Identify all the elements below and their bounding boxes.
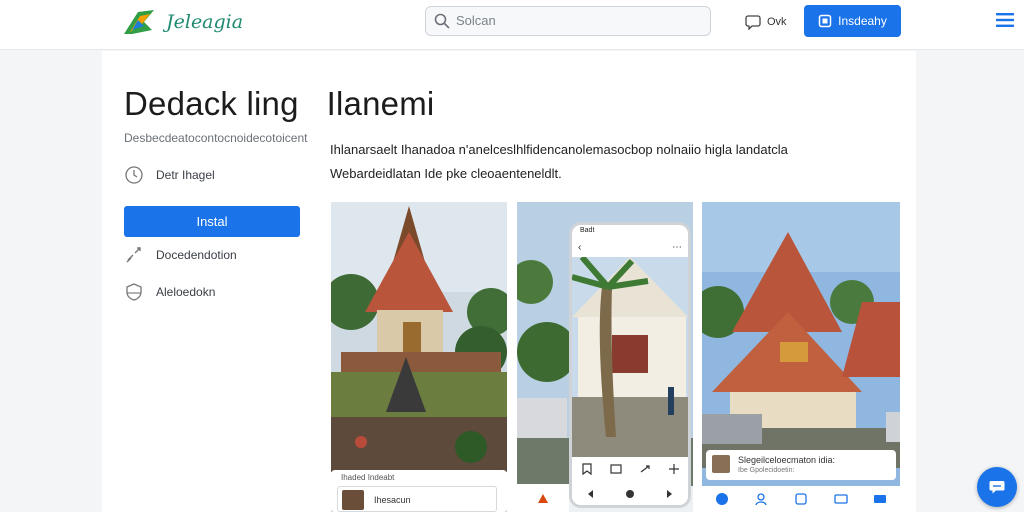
main-panel: Dedack ling Ilanemi Desbecdeatocontocnoid…	[102, 51, 916, 512]
chat-icon	[989, 481, 1005, 494]
page-subtitle: Desbecdeatocontocnoidecotoicent	[124, 131, 308, 145]
share-icon[interactable]	[638, 462, 652, 476]
app-photo	[572, 257, 688, 457]
search-icon	[434, 13, 450, 29]
back-triangle-icon[interactable]	[584, 487, 598, 501]
brand-logo-icon[interactable]	[122, 8, 156, 38]
thumbnail-image	[342, 490, 364, 510]
profile-icon[interactable]	[754, 492, 768, 506]
clock-icon	[125, 166, 143, 184]
install-button[interactable]: Instal	[124, 206, 300, 237]
description-line: Webardeidlatan Ide pke cleoaenteneldlt.	[330, 166, 562, 181]
home-circle-icon[interactable]	[623, 487, 637, 501]
screenshot-1[interactable]: Ihaded Indeabt Ihesacun	[331, 202, 507, 512]
logo-mark-icon[interactable]	[536, 491, 550, 505]
phone-toolbar	[572, 457, 688, 481]
card-header: Ihaded Indeabt	[341, 473, 395, 482]
sidebar-item-label: Docedendotion	[156, 248, 237, 262]
page-title: Dedack ling Ilanemi	[124, 85, 434, 123]
message-icon[interactable]	[833, 492, 848, 506]
ask-button[interactable]: Ovk	[745, 12, 787, 32]
bookmark-icon[interactable]	[580, 462, 594, 476]
more-icon[interactable]: ⋯	[672, 242, 682, 253]
title-part-one: Dedack ling	[124, 85, 299, 122]
brand-name[interactable]: Jeleagia	[166, 11, 243, 33]
app-bottom-nav	[702, 486, 900, 512]
chat-fab-button[interactable]	[977, 467, 1017, 507]
phone-nav-bar: ‹ ⋯	[572, 237, 688, 257]
description-line: Ihlanarsaelt Ihanadoa n'anelceslhlfidenc…	[330, 142, 788, 157]
search-input[interactable]: Solcan	[456, 13, 496, 28]
hamburger-menu-icon[interactable]	[996, 12, 1014, 28]
sidebar-item-details[interactable]: Detr Ihagel	[124, 165, 215, 185]
recents-icon[interactable]	[662, 487, 676, 501]
primary-action-button[interactable]: Insdeahy	[804, 5, 901, 37]
screenshot-2[interactable]: Badt ‹ ⋯	[517, 202, 693, 512]
copy-icon[interactable]	[609, 462, 623, 476]
card-subtext: Ibe Gpolecidoetin:	[738, 467, 795, 474]
shield-icon	[126, 283, 142, 301]
top-bar: Jeleagia Solcan Ovk Insdeahy	[0, 0, 1024, 50]
primary-action-label: Insdeahy	[838, 14, 887, 28]
thumbnail-image	[712, 455, 730, 473]
phone-status-bar: Badt	[580, 227, 595, 234]
temple-photo	[331, 202, 507, 512]
title-part-two: Ilanemi	[326, 85, 435, 122]
sidebar-item-about[interactable]: Aleloedokn	[124, 282, 215, 302]
ask-label: Ovk	[767, 16, 787, 28]
chat-icon	[745, 15, 761, 30]
home-icon[interactable]	[715, 492, 729, 506]
gallery-icon[interactable]	[794, 492, 808, 506]
card-row[interactable]: Ihesacun	[337, 486, 497, 512]
bottom-nav	[517, 484, 569, 512]
apps-icon[interactable]	[873, 492, 887, 506]
back-icon[interactable]: ‹	[578, 242, 581, 253]
screenshot-3[interactable]: Slegeilceloecmaton idia: Ibe Gpolecidoet…	[702, 202, 900, 512]
link-icon	[126, 247, 141, 263]
card-title: Ihesacun	[374, 495, 411, 505]
card-text: Slegeilceloecmaton idia:	[738, 455, 836, 465]
settings-icon[interactable]	[667, 462, 681, 476]
phone-mockup: Badt ‹ ⋯	[569, 222, 691, 508]
app-icon	[818, 14, 832, 28]
sidebar-item-documentation[interactable]: Docedendotion	[124, 245, 237, 265]
search-box[interactable]: Solcan	[425, 6, 711, 36]
screenshot-info-card: Slegeilceloecmaton idia: Ibe Gpolecidoet…	[706, 450, 896, 480]
sidebar-item-label: Detr Ihagel	[156, 168, 215, 182]
sidebar-item-label: Aleloedokn	[156, 285, 216, 299]
phone-system-bar	[572, 483, 688, 505]
screenshot-info-card: Ihaded Indeabt Ihesacun	[331, 470, 507, 512]
